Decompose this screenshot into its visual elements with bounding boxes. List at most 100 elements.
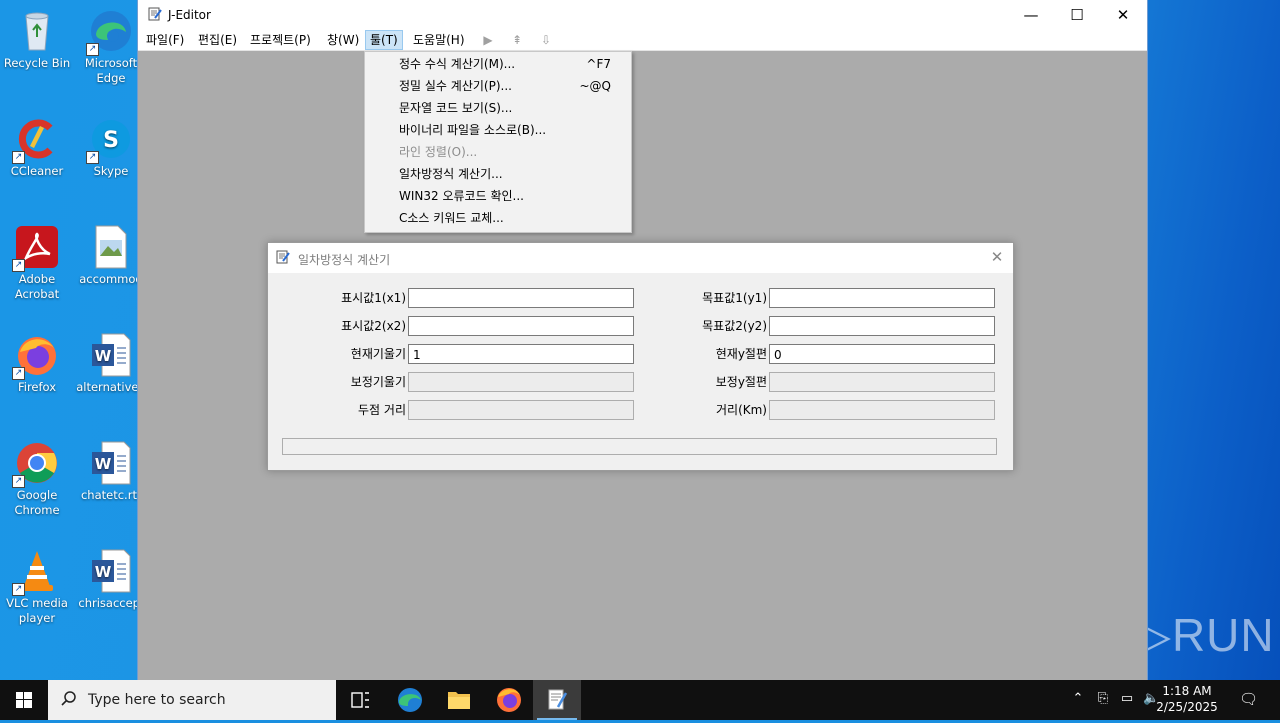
current-intercept-input[interactable]: 0 <box>769 344 995 364</box>
menu-tools[interactable]: 툴(T) <box>365 30 403 50</box>
two-point-distance-field <box>408 400 634 420</box>
menu-item-binary-to-source[interactable]: 바이너리 파일을 소스로(B)... <box>365 119 631 141</box>
title-bar[interactable]: J-Editor — ☐ ✕ <box>138 0 1147 30</box>
taskbar-jeditor[interactable] <box>533 680 581 720</box>
menu-edit[interactable]: 편집(E) <box>194 31 241 49</box>
dialog-title-bar[interactable]: 일차방정식 계산기 ✕ <box>268 243 1013 273</box>
two-point-distance-label: 두점 거리 <box>358 403 406 417</box>
search-placeholder: Type here to search <box>88 692 226 708</box>
y1-label: 목표값1(y1) <box>702 291 767 305</box>
task-view-icon <box>351 692 369 708</box>
edge-icon: ↗ <box>86 8 134 56</box>
recycle-bin-icon <box>14 8 60 54</box>
current-slope-input[interactable]: 1 <box>408 344 634 364</box>
clock-date: 2/25/2025 <box>1156 700 1218 714</box>
corrected-intercept-field <box>769 372 995 392</box>
taskbar-file-explorer[interactable] <box>435 680 483 720</box>
menu-item-shortcut: ^F7 <box>586 57 611 71</box>
windows-icon <box>16 692 32 708</box>
chrome-icon: ↗ <box>12 440 60 488</box>
menu-help[interactable]: 도움말(H) <box>409 31 469 49</box>
jeditor-icon <box>276 250 290 264</box>
word-doc-icon: W <box>88 440 134 486</box>
corrected-slope-label: 보정기울기 <box>350 375 406 389</box>
vlc-icon: ↗ <box>12 548 60 596</box>
x2-label: 표시값2(x2) <box>341 319 406 333</box>
task-view-button[interactable] <box>336 680 384 720</box>
desktop-icon-label: Adobe Acrobat <box>14 272 60 301</box>
file-explorer-icon <box>448 692 470 709</box>
y2-label: 목표값2(y2) <box>702 319 767 333</box>
search-icon <box>60 690 78 711</box>
menu-item-win32-error[interactable]: WIN32 오류코드 확인... <box>365 185 631 207</box>
distance-km-field <box>769 400 995 420</box>
desktop-icon-ccleaner[interactable]: ↗ CCleaner <box>0 112 74 179</box>
svg-text:W: W <box>95 563 112 581</box>
edge-icon <box>398 688 422 712</box>
corrected-slope-field <box>408 372 634 392</box>
skype-icon: S ↗ <box>86 116 134 164</box>
menu-item-line-sort: 라인 정렬(O)... <box>365 141 631 163</box>
y1-input[interactable] <box>769 288 995 308</box>
menu-window[interactable]: 창(W) <box>323 31 363 49</box>
menu-bar: 파일(F) 편집(E) 프로젝트(P) 창(W) 툴(T) 도움말(H) ▶ ⇞… <box>138 30 1147 51</box>
menu-item-int-calculator[interactable]: 정수 수식 계산기(M)... ^F7 <box>365 53 631 75</box>
dialog-title: 일차방정식 계산기 <box>298 253 391 267</box>
menu-item-label: 일차방정식 계산기... <box>399 167 503 181</box>
menu-item-keyword-replace[interactable]: C소스 키워드 교체... <box>365 207 631 229</box>
jeditor-icon <box>548 689 568 710</box>
run-icon[interactable]: ▶ <box>480 33 496 47</box>
maximize-button[interactable]: ☐ <box>1054 0 1100 30</box>
y2-input[interactable] <box>769 316 995 336</box>
word-doc-icon: W <box>88 548 134 594</box>
notifications-icon[interactable]: 🗨 <box>1239 691 1258 707</box>
x1-label: 표시값1(x1) <box>341 291 406 305</box>
acrobat-icon: ↗ <box>12 224 60 272</box>
firefox-icon <box>497 688 521 712</box>
menu-item-label: WIN32 오류코드 확인... <box>399 189 524 203</box>
menu-item-label: 바이너리 파일을 소스로(B)... <box>399 123 547 137</box>
linear-equation-dialog: 일차방정식 계산기 ✕ 표시값1(x1) 표시값2(x2) 현재기울기 1 보정… <box>267 242 1014 471</box>
menu-file[interactable]: 파일(F) <box>142 31 188 49</box>
svg-text:W: W <box>95 455 112 473</box>
desktop-icon-acrobat[interactable]: ↗ Adobe Acrobat <box>0 220 74 302</box>
close-button[interactable]: ✕ <box>1100 0 1146 30</box>
desktop-icon-firefox[interactable]: ↗ Firefox <box>0 328 74 395</box>
menu-item-string-code[interactable]: 문자열 코드 보기(S)... <box>365 97 631 119</box>
menu-item-label: 라인 정렬(O)... <box>399 145 478 159</box>
taskbar-search-box[interactable]: Type here to search <box>48 680 336 720</box>
x1-input[interactable] <box>408 288 634 308</box>
chevron-up-icon[interactable]: ⌃ <box>1070 691 1086 707</box>
minimize-button[interactable]: — <box>1008 0 1054 30</box>
image-file-icon <box>88 224 134 270</box>
build-icon[interactable]: ⇞ <box>509 33 525 47</box>
svg-text:S: S <box>103 128 119 153</box>
desktop-icon-label: Firefox <box>17 380 57 394</box>
menu-project[interactable]: 프로젝트(P) <box>246 31 315 49</box>
current-intercept-label: 현재y절편 <box>715 347 767 361</box>
download-icon[interactable]: ⇩ <box>538 33 554 47</box>
network-icon[interactable]: ▭ <box>1119 691 1135 707</box>
meet-now-icon[interactable]: ⎘ <box>1095 691 1111 707</box>
taskbar-firefox[interactable] <box>485 680 533 720</box>
word-doc-icon: W <box>88 332 134 378</box>
taskbar-clock[interactable]: 1:18 AM 2/25/2025 <box>1152 683 1222 715</box>
menu-item-float-calculator[interactable]: 정밀 실수 계산기(P)... ~@Q <box>365 75 631 97</box>
menu-item-label: C소스 키워드 교체... <box>399 211 504 225</box>
desktop-icon-recycle-bin[interactable]: Recycle Bin <box>0 4 74 71</box>
menu-item-linear-equation[interactable]: 일차방정식 계산기... <box>365 163 631 185</box>
desktop-icon-label: Recycle Bin <box>3 56 71 70</box>
menu-item-label: 정수 수식 계산기(M)... <box>399 57 516 71</box>
dialog-status-bar <box>282 438 997 455</box>
clock-time: 1:18 AM <box>1162 684 1212 698</box>
x2-input[interactable] <box>408 316 634 336</box>
svg-text:W: W <box>95 347 112 365</box>
dialog-close-button[interactable]: ✕ <box>987 247 1007 267</box>
desktop-icon-vlc[interactable]: ↗ VLC media player <box>0 544 74 626</box>
taskbar-edge[interactable] <box>386 680 434 720</box>
window-title: J-Editor <box>168 8 211 22</box>
tools-menu-dropdown: 정수 수식 계산기(M)... ^F7 정밀 실수 계산기(P)... ~@Q 문자… <box>364 51 632 233</box>
desktop-icon-chrome[interactable]: ↗ Google Chrome <box>0 436 74 518</box>
desktop-icon-label: Google Chrome <box>14 488 60 517</box>
start-button[interactable] <box>0 680 48 720</box>
